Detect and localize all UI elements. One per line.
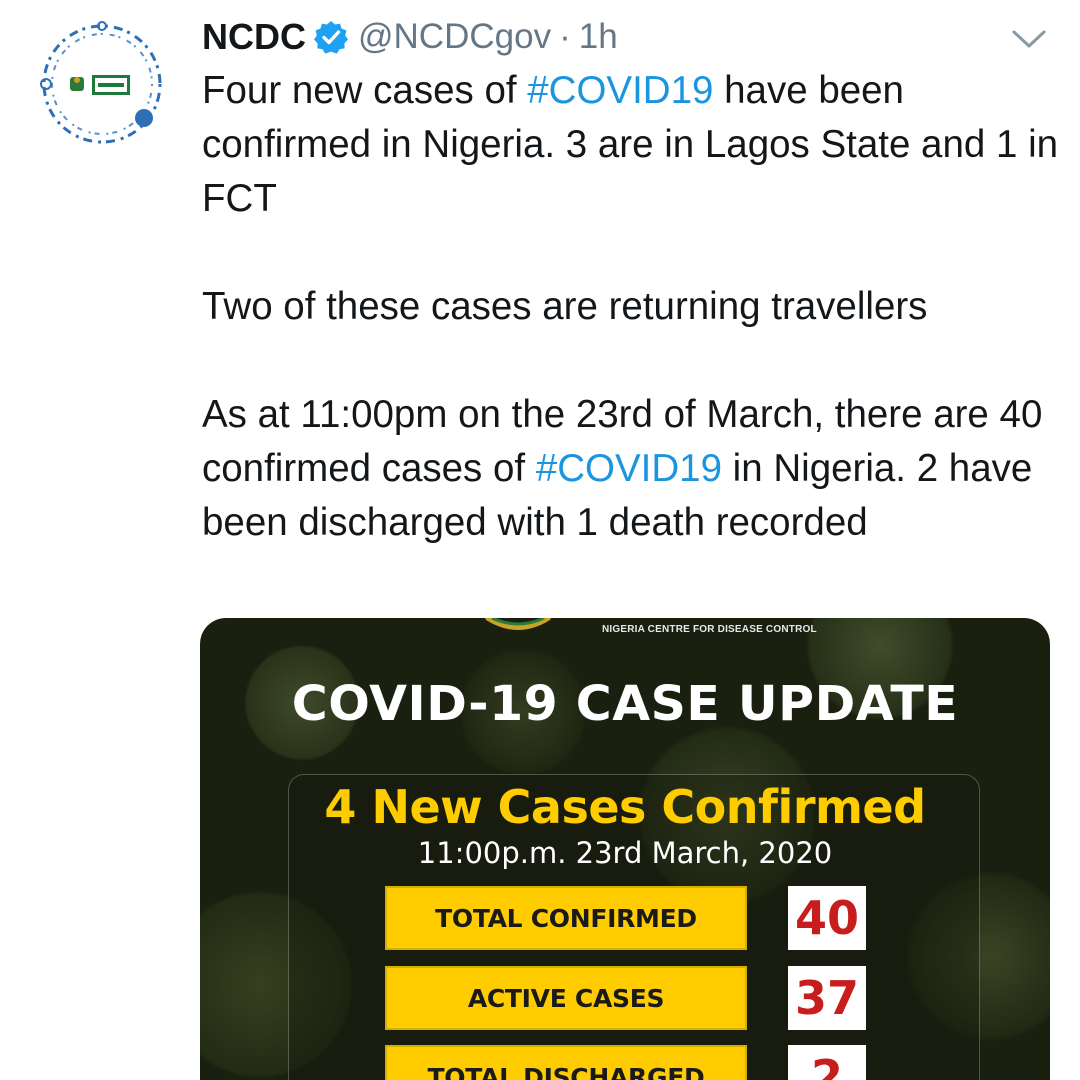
coat-of-arms-emblem bbox=[478, 618, 558, 632]
hashtag-link[interactable]: #COVID19 bbox=[536, 447, 722, 490]
hashtag-link[interactable]: #COVID19 bbox=[527, 69, 713, 112]
ncdc-logo-avatar bbox=[34, 16, 170, 152]
stat-label-total-confirmed: TOTAL CONFIRMED bbox=[385, 886, 747, 950]
tweet-media-image[interactable]: NIGERIA CENTRE FOR DISEASE CONTROL COVID… bbox=[200, 618, 1050, 1080]
card-date: 11:00p.m. 23rd March, 2020 bbox=[417, 836, 833, 870]
text-segment: Four new cases of bbox=[202, 69, 528, 112]
stat-label-total-discharged: TOTAL DISCHARGED bbox=[385, 1045, 747, 1080]
card-title: COVID-19 CASE UPDATE bbox=[291, 676, 959, 732]
verified-badge-icon bbox=[314, 20, 348, 54]
stat-value-active-cases: 37 bbox=[788, 966, 866, 1030]
chevron-down-icon[interactable] bbox=[1010, 24, 1048, 54]
tweet-header: NCDC @NCDCgov · 1h bbox=[202, 12, 618, 62]
text-segment: Two of these cases are returning travell… bbox=[202, 285, 928, 328]
tweet-paragraph: Four new cases of #COVID19 have been con… bbox=[202, 64, 1062, 226]
author-handle[interactable]: @NCDCgov bbox=[358, 17, 551, 57]
stat-value-total-discharged: 2 bbox=[788, 1045, 866, 1080]
avatar[interactable] bbox=[32, 14, 172, 154]
author-name[interactable]: NCDC bbox=[202, 16, 306, 58]
stat-label-active-cases: ACTIVE CASES bbox=[385, 966, 747, 1030]
tweet-text: Four new cases of #COVID19 have been con… bbox=[202, 64, 1062, 550]
tweet-timestamp[interactable]: 1h bbox=[579, 17, 618, 57]
separator-dot: · bbox=[559, 17, 571, 56]
tweet-paragraph: Two of these cases are returning travell… bbox=[202, 280, 1062, 334]
card-headline: 4 New Cases Confirmed bbox=[324, 780, 926, 834]
stat-value-total-confirmed: 40 bbox=[788, 886, 866, 950]
tweet-paragraph: As at 11:00pm on the 23rd of March, ther… bbox=[202, 388, 1062, 550]
org-name: NIGERIA CENTRE FOR DISEASE CONTROL bbox=[602, 624, 817, 635]
